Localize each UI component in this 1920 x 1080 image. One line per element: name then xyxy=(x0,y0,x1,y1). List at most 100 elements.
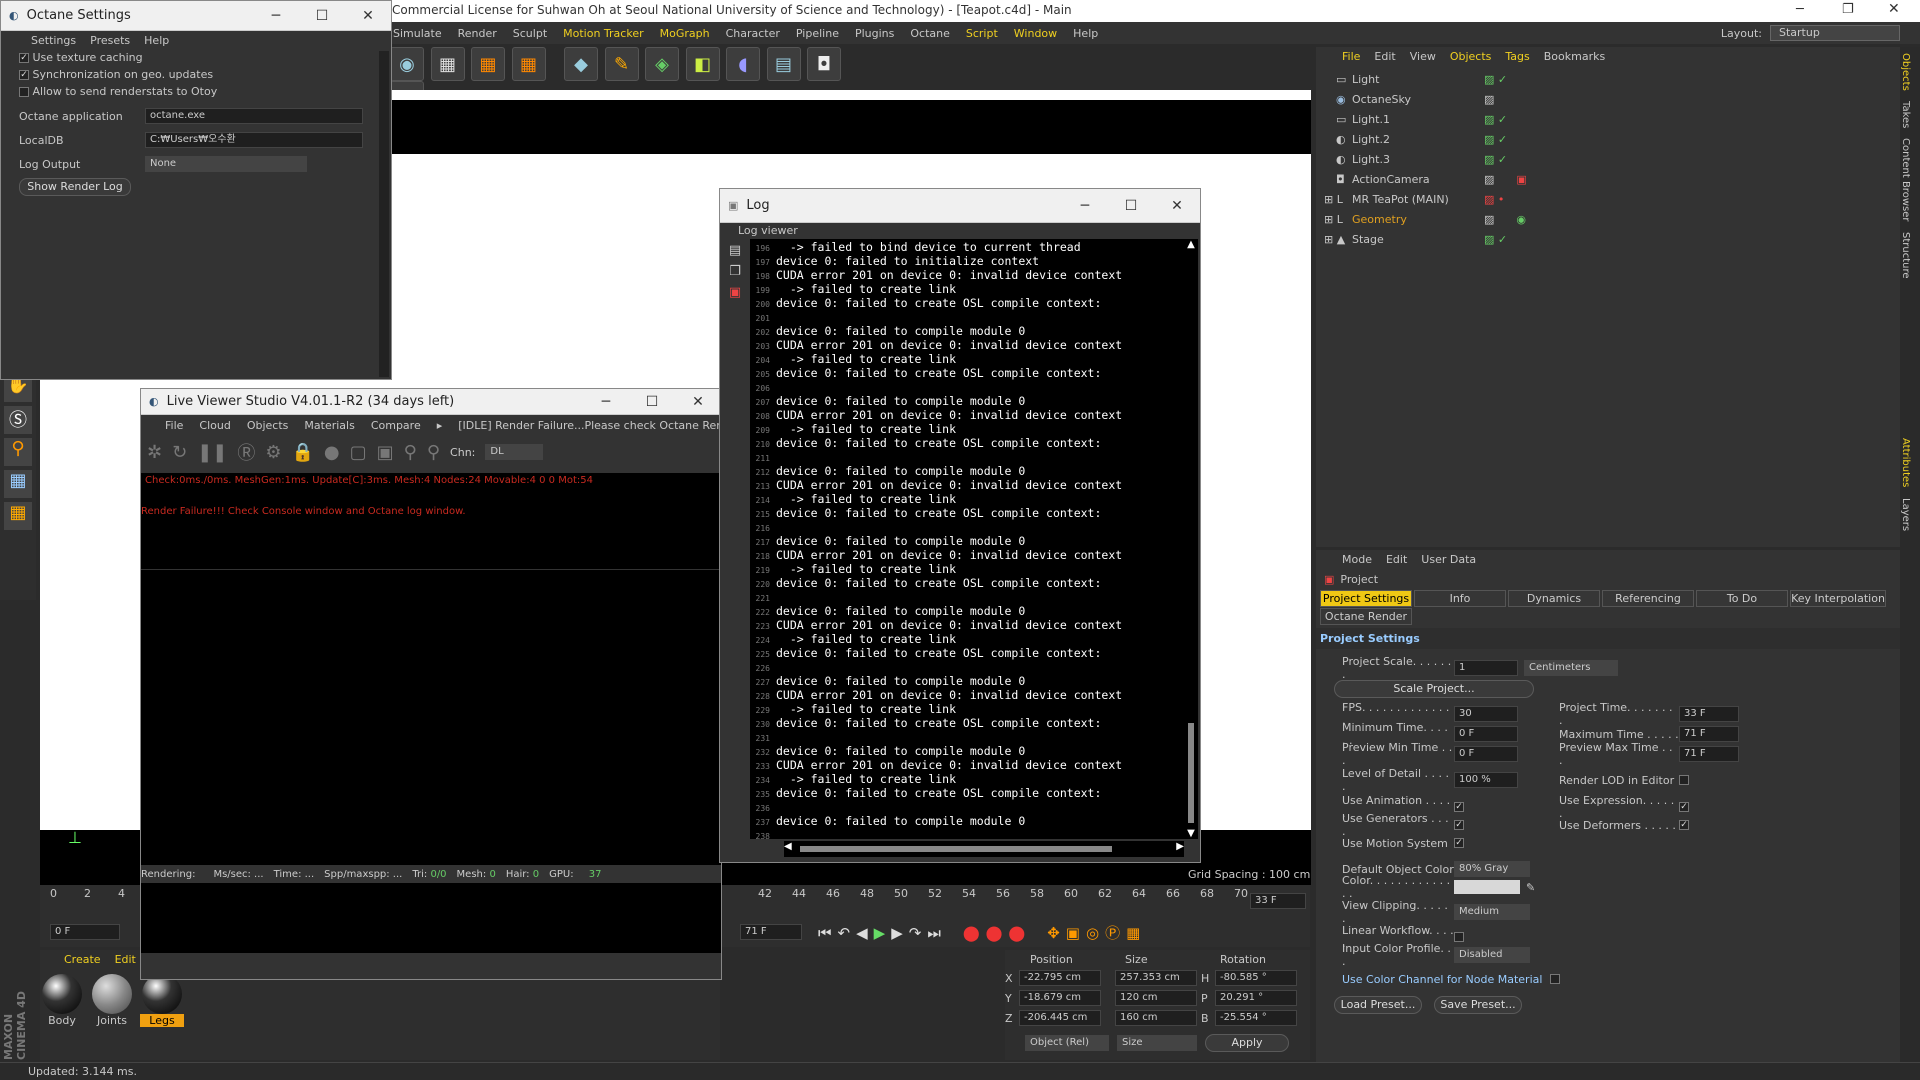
visibility-check-icon[interactable]: ▨ xyxy=(1484,93,1494,106)
allow-stats-checkbox[interactable] xyxy=(19,87,29,97)
record-icon[interactable]: ⬤ xyxy=(963,924,980,942)
object-row[interactable]: ⊞ L MR TeaPot (MAIN) ▨ • xyxy=(1324,189,1900,209)
size-x-field[interactable]: 257.353 cm xyxy=(1115,970,1197,986)
obj-menu-file[interactable]: File xyxy=(1342,50,1360,63)
close-icon[interactable]: ✕ xyxy=(345,1,391,31)
rotation-h-field[interactable]: -80.585 ° xyxy=(1215,970,1297,986)
use-generators-checkbox[interactable]: ✓ xyxy=(1454,820,1464,830)
visibility-check-icon[interactable]: ▨ xyxy=(1484,173,1494,186)
tab-referencing[interactable]: Referencing xyxy=(1602,590,1694,607)
menu-script[interactable]: Script xyxy=(958,27,1006,40)
deformer-icon[interactable]: ◖ xyxy=(726,47,760,81)
log-text-area[interactable]: 196 -> failed to bind device to current … xyxy=(750,239,1184,839)
tab-key-interpolation[interactable]: Key Interpolation xyxy=(1790,590,1886,607)
end-frame-field[interactable]: 71 F xyxy=(740,924,802,940)
world-icon[interactable]: ◉ xyxy=(390,47,424,81)
use-deformers-checkbox[interactable]: ✓ xyxy=(1679,820,1689,830)
object-row[interactable]: ◉ OctaneSky ▨ xyxy=(1324,89,1900,109)
play-icon[interactable]: ▶ xyxy=(874,924,886,942)
obj-menu-view[interactable]: View xyxy=(1410,50,1436,63)
obj-menu-tags[interactable]: Tags xyxy=(1505,50,1529,63)
preview-min-field[interactable]: 0 F xyxy=(1454,746,1518,762)
close-icon[interactable]: ✕ xyxy=(1154,191,1200,221)
menu-octane[interactable]: Octane xyxy=(902,27,958,40)
attr-menu-mode[interactable]: Mode xyxy=(1342,553,1372,566)
attr-menu-edit[interactable]: Edit xyxy=(1386,553,1407,566)
use-motion-checkbox[interactable]: ✓ xyxy=(1454,838,1464,848)
visibility-check-icon[interactable]: ▨ xyxy=(1484,213,1494,226)
size-y-field[interactable]: 120 cm xyxy=(1115,990,1197,1006)
tab-info[interactable]: Info xyxy=(1414,590,1506,607)
project-scale-unit-select[interactable]: Centimeters xyxy=(1524,660,1618,676)
menu-render[interactable]: Render xyxy=(450,27,505,40)
subdivision-icon[interactable]: ◈ xyxy=(645,47,679,81)
goto-start-icon[interactable]: ⏮ xyxy=(818,924,832,942)
current-frame-field[interactable]: 33 F xyxy=(1250,893,1306,909)
rotate-key-icon[interactable]: ◎ xyxy=(1086,924,1099,942)
next-frame-icon[interactable]: ▶ xyxy=(891,924,903,942)
side-tab-structure[interactable]: Structure xyxy=(1900,232,1911,279)
visibility-check-icon[interactable]: ▨ ✓ xyxy=(1484,233,1507,246)
settings-gear-icon[interactable]: ⚙ xyxy=(265,442,281,463)
expand-icon[interactable]: ⊞ L xyxy=(1324,193,1352,206)
material-tag-icon[interactable]: ◉ xyxy=(1516,213,1526,226)
eyedropper-icon[interactable]: ✎ xyxy=(1526,881,1535,894)
project-scale-field[interactable]: 1 xyxy=(1454,660,1518,676)
hscroll-thumb[interactable] xyxy=(800,846,1112,852)
maximize-icon[interactable]: ☐ xyxy=(299,1,345,31)
view-clipping-select[interactable]: Medium xyxy=(1454,904,1530,920)
attr-menu-user-data[interactable]: User Data xyxy=(1421,553,1476,566)
scale-key-icon[interactable]: ▣ xyxy=(1066,924,1080,942)
pause-icon[interactable]: ❚❚ xyxy=(197,442,227,463)
start-frame-field[interactable]: 0 F xyxy=(50,924,120,940)
maximize-icon[interactable]: ☐ xyxy=(629,387,675,417)
menu-sculpt[interactable]: Sculpt xyxy=(505,27,555,40)
material-menu-create[interactable]: Create xyxy=(64,953,101,966)
clear-log-icon[interactable]: ▣ xyxy=(720,285,750,300)
object-row[interactable]: ◘ ActionCamera ▨ ▣ xyxy=(1324,169,1900,189)
pin2-icon[interactable]: ⚲ xyxy=(427,442,440,463)
octane-settings-scrollbar[interactable] xyxy=(379,51,389,377)
menu-motion-tracker[interactable]: Motion Tracker xyxy=(555,27,651,40)
close-icon[interactable]: ✕ xyxy=(675,387,721,417)
save-log-icon[interactable]: ▤ xyxy=(720,243,750,258)
prev-key-icon[interactable]: ↶ xyxy=(838,924,851,942)
lod-field[interactable]: 100 % xyxy=(1454,772,1518,788)
menu-mograph[interactable]: MoGraph xyxy=(652,27,718,40)
minimum-time-field[interactable]: 0 F xyxy=(1454,726,1518,742)
use-color-channel-checkbox[interactable] xyxy=(1550,974,1561,984)
minimize-icon[interactable]: ─ xyxy=(1796,2,1804,17)
menu-simulate[interactable]: Simulate xyxy=(385,27,450,40)
visibility-dot-icon[interactable]: ▨ • xyxy=(1484,193,1504,206)
apply-button[interactable]: Apply xyxy=(1205,1034,1289,1052)
os-menu-help[interactable]: Help xyxy=(144,34,169,47)
keyframe-help-icon[interactable]: ⬤ xyxy=(1008,924,1025,942)
side-tab-objects[interactable]: Objects xyxy=(1900,53,1911,91)
expand-icon[interactable]: ⊞ L xyxy=(1324,213,1352,226)
region-render-icon[interactable]: Ⓡ xyxy=(237,439,255,465)
load-preset-button[interactable]: Load Preset... xyxy=(1334,996,1422,1014)
lock-icon[interactable]: 🔒 xyxy=(292,442,314,463)
tab-to-do[interactable]: To Do xyxy=(1696,590,1788,607)
coord-mode-select[interactable]: Object (Rel) xyxy=(1025,1035,1109,1051)
tab-project-settings[interactable]: Project Settings xyxy=(1320,590,1412,607)
show-render-log-button[interactable]: Show Render Log xyxy=(19,178,131,196)
size-z-field[interactable]: 160 cm xyxy=(1115,1010,1197,1026)
minimize-icon[interactable]: ─ xyxy=(253,1,299,31)
coord-size-select[interactable]: Size xyxy=(1117,1035,1197,1051)
prev-frame-icon[interactable]: ◀ xyxy=(856,924,868,942)
snap-icon[interactable]: Ⓢ xyxy=(4,406,32,434)
material-item[interactable]: Joints xyxy=(90,974,134,1027)
magnet-icon[interactable]: ⚲ xyxy=(4,438,32,466)
visibility-check-icon[interactable]: ▨ ✓ xyxy=(1484,153,1507,166)
position-x-field[interactable]: -22.795 cm xyxy=(1019,970,1101,986)
input-color-profile-select[interactable]: Disabled xyxy=(1454,947,1530,963)
visibility-check-icon[interactable]: ▨ ✓ xyxy=(1484,133,1507,146)
array-icon[interactable]: ◧ xyxy=(685,47,720,81)
camera-tag-icon[interactable]: ▣ xyxy=(1516,173,1526,186)
scroll-right-icon[interactable]: ▶ xyxy=(1176,841,1184,852)
tab-octane-render[interactable]: Octane Render xyxy=(1320,608,1412,625)
cube-icon[interactable]: ◆ xyxy=(564,47,598,81)
menu-plugins[interactable]: Plugins xyxy=(847,27,902,40)
workplane-icon[interactable]: ▦ xyxy=(4,470,32,498)
